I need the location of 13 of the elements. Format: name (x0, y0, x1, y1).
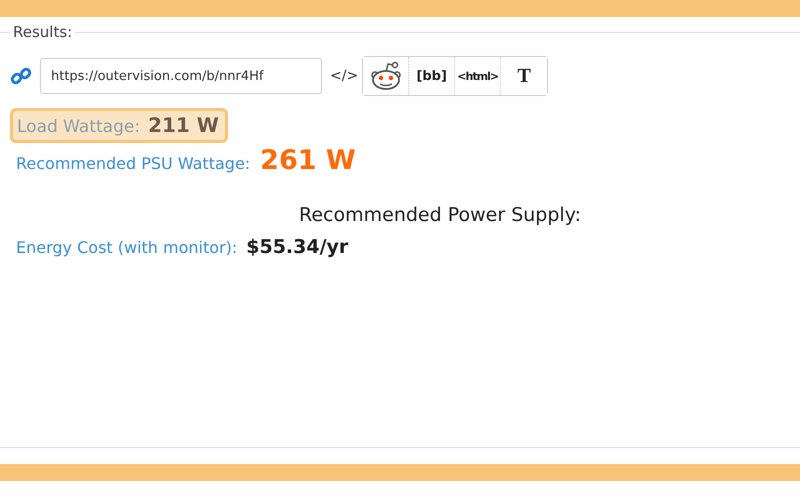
energy-cost-label: Energy Cost (with monitor): (16, 238, 238, 257)
reddit-share-button[interactable] (363, 57, 410, 95)
load-wattage-label: Load Wattage: (17, 117, 140, 137)
embed-link[interactable]: </> (330, 68, 358, 84)
energy-cost-value: $55.34/yr (246, 236, 348, 258)
share-url-field[interactable]: https://outervision.com/b/nnr4Hf (40, 58, 322, 94)
alien-mascot-icon (368, 61, 403, 91)
psu-wattage-label: Recommended PSU Wattage: (16, 154, 250, 173)
psu-heading: Recommended Power Supply: (298, 204, 582, 226)
load-wattage-value: 211 W (148, 113, 219, 137)
psu-wattage-value: 261 W (260, 145, 356, 176)
link-icon[interactable] (10, 65, 32, 87)
html-button[interactable]: <html> (455, 57, 502, 95)
